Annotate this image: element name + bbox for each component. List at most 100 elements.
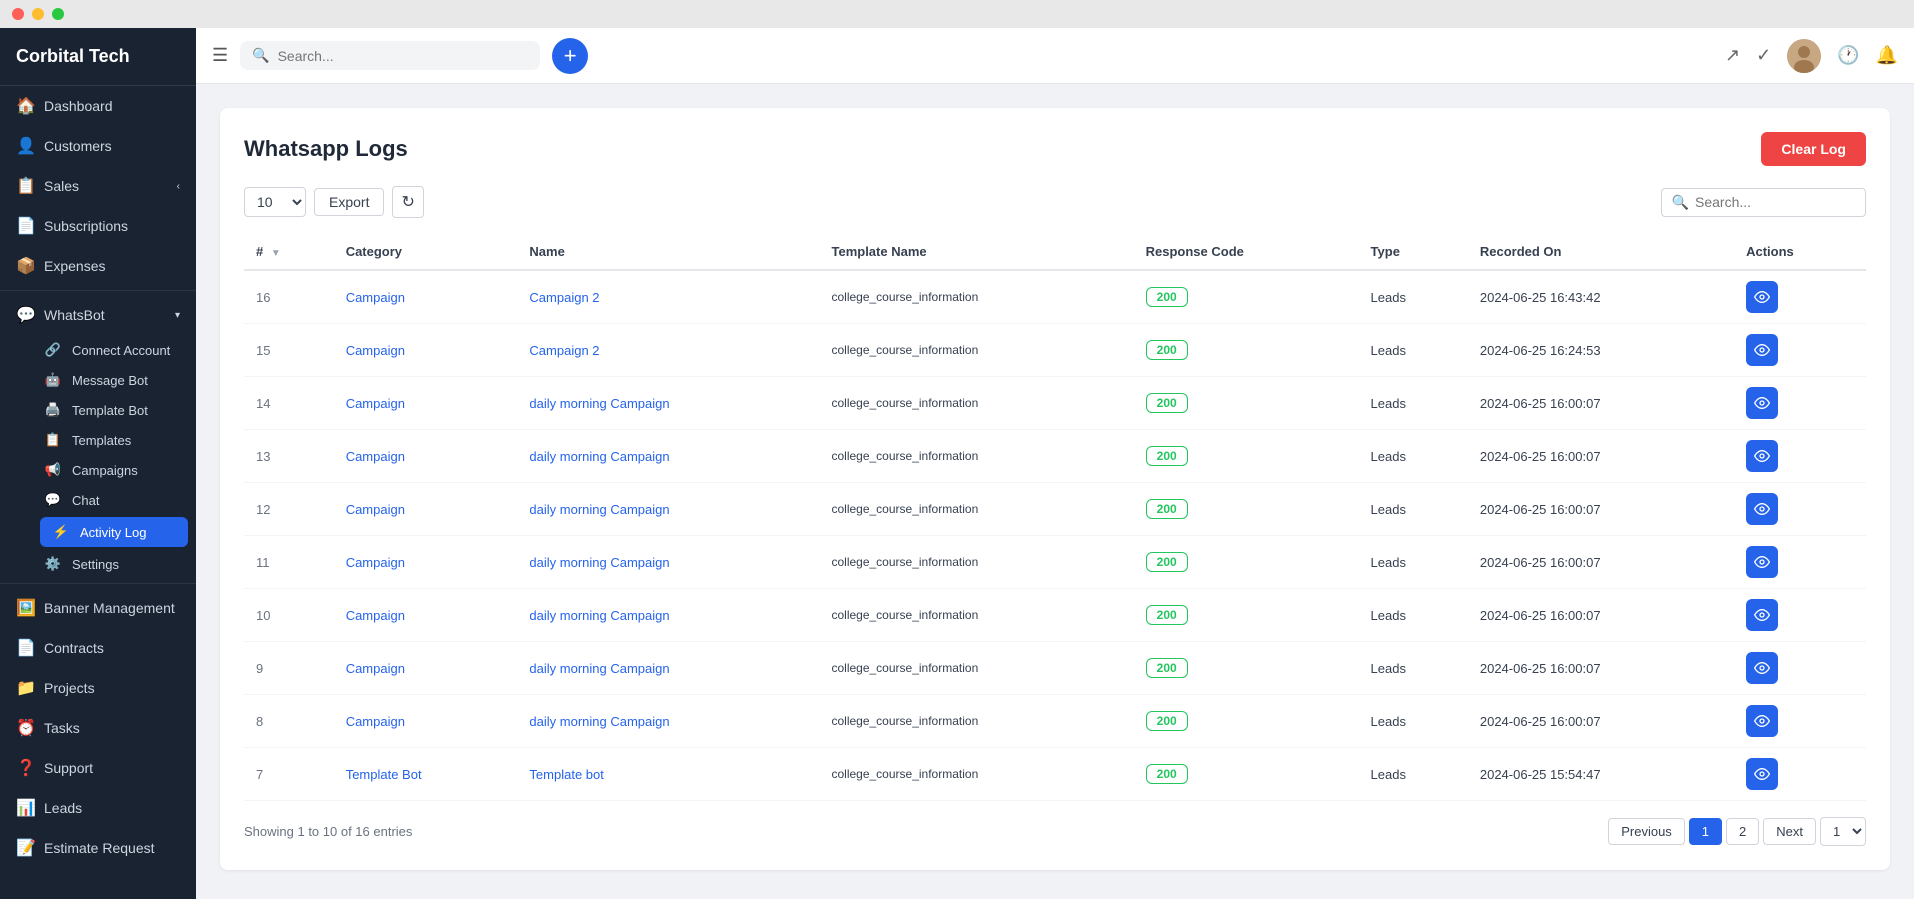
- search-input[interactable]: [278, 48, 529, 64]
- table-row: 12 Campaign daily morning Campaign colle…: [244, 483, 1866, 536]
- cell-name[interactable]: Campaign 2: [517, 270, 819, 324]
- share-icon[interactable]: ↗: [1725, 45, 1740, 66]
- table-row: 16 Campaign Campaign 2 college_course_in…: [244, 270, 1866, 324]
- table-row: 9 Campaign daily morning Campaign colleg…: [244, 642, 1866, 695]
- cell-category: Campaign: [334, 642, 518, 695]
- cell-template: college_course_information: [819, 324, 1133, 377]
- sidebar-item-support[interactable]: ❓ Support: [0, 748, 196, 788]
- global-search-box[interactable]: 🔍: [240, 41, 540, 70]
- cell-category: Template Bot: [334, 748, 518, 801]
- clock-icon[interactable]: 🕐: [1837, 45, 1859, 66]
- sidebar-item-customers[interactable]: 👤 Customers: [0, 126, 196, 166]
- cell-response: 200: [1134, 748, 1359, 801]
- pagination-page-2-button[interactable]: 2: [1726, 818, 1759, 845]
- cell-recorded: 2024-06-25 16:00:07: [1468, 695, 1734, 748]
- response-badge: 200: [1146, 287, 1188, 307]
- sidebar-item-banner-management[interactable]: 🖼️ Banner Management: [0, 588, 196, 628]
- expenses-icon: 📦: [16, 256, 34, 276]
- clear-log-button[interactable]: Clear Log: [1761, 132, 1866, 166]
- pagination-next-button[interactable]: Next: [1763, 818, 1816, 845]
- sidebar-item-sales[interactable]: 📋 Sales ‹: [0, 166, 196, 206]
- cell-name[interactable]: daily morning Campaign: [517, 536, 819, 589]
- sidebar-item-settings[interactable]: ⚙️ Settings: [32, 549, 196, 579]
- export-button[interactable]: Export: [314, 188, 384, 216]
- message-bot-icon: 🤖: [44, 372, 62, 388]
- view-button[interactable]: [1746, 705, 1778, 737]
- bell-icon[interactable]: 🔔: [1876, 45, 1898, 66]
- per-page-select[interactable]: 10 25 50 100: [244, 187, 306, 217]
- cell-response: 200: [1134, 536, 1359, 589]
- sidebar-label-activity-log: Activity Log: [80, 525, 146, 540]
- view-button[interactable]: [1746, 758, 1778, 790]
- sidebar-item-contracts[interactable]: 📄 Contracts: [0, 628, 196, 668]
- view-button[interactable]: [1746, 281, 1778, 313]
- sidebar-item-dashboard[interactable]: 🏠 Dashboard: [0, 86, 196, 126]
- view-button[interactable]: [1746, 493, 1778, 525]
- cell-template: college_course_information: [819, 270, 1133, 324]
- view-button[interactable]: [1746, 387, 1778, 419]
- check-icon[interactable]: ✓: [1756, 45, 1771, 66]
- sidebar-item-estimate-request[interactable]: 📝 Estimate Request: [0, 828, 196, 868]
- maximize-dot[interactable]: [52, 8, 64, 20]
- sidebar-item-expenses[interactable]: 📦 Expenses: [0, 246, 196, 286]
- pagination-previous-button[interactable]: Previous: [1608, 818, 1685, 845]
- cell-actions: [1734, 270, 1866, 324]
- sidebar-label-message-bot: Message Bot: [72, 373, 148, 388]
- cell-response: 200: [1134, 377, 1359, 430]
- cell-response: 200: [1134, 270, 1359, 324]
- cell-recorded: 2024-06-25 15:54:47: [1468, 748, 1734, 801]
- cell-name[interactable]: daily morning Campaign: [517, 483, 819, 536]
- sidebar-label-sales: Sales: [44, 178, 79, 194]
- view-button[interactable]: [1746, 599, 1778, 631]
- view-button[interactable]: [1746, 334, 1778, 366]
- cell-template: college_course_information: [819, 377, 1133, 430]
- sidebar-sub-whatsbot: 🔗 Connect Account 🤖 Message Bot 🖨️ Templ…: [0, 335, 196, 579]
- sidebar-label-dashboard: Dashboard: [44, 98, 113, 114]
- cell-name[interactable]: daily morning Campaign: [517, 642, 819, 695]
- sidebar-item-chat[interactable]: 💬 Chat: [32, 485, 196, 515]
- menu-toggle-button[interactable]: ☰: [212, 45, 228, 66]
- cell-name[interactable]: Campaign 2: [517, 324, 819, 377]
- avatar[interactable]: [1787, 39, 1821, 73]
- minimize-dot[interactable]: [32, 8, 44, 20]
- add-button[interactable]: +: [552, 38, 588, 74]
- view-button[interactable]: [1746, 440, 1778, 472]
- sidebar-item-subscriptions[interactable]: 📄 Subscriptions: [0, 206, 196, 246]
- view-button[interactable]: [1746, 652, 1778, 684]
- sidebar-item-leads[interactable]: 📊 Leads: [0, 788, 196, 828]
- table-search-input[interactable]: [1695, 194, 1855, 210]
- sidebar-item-templates[interactable]: 📋 Templates: [32, 425, 196, 455]
- view-button[interactable]: [1746, 546, 1778, 578]
- sidebar-item-activity-log[interactable]: ⚡ Activity Log: [40, 517, 188, 547]
- app-header: ☰ 🔍 + ↗ ✓ 🕐 🔔: [196, 28, 1914, 84]
- table-row: 8 Campaign daily morning Campaign colleg…: [244, 695, 1866, 748]
- close-dot[interactable]: [12, 8, 24, 20]
- cell-name[interactable]: daily morning Campaign: [517, 589, 819, 642]
- sidebar-item-tasks[interactable]: ⏰ Tasks: [0, 708, 196, 748]
- customers-icon: 👤: [16, 136, 34, 156]
- page-jump-select[interactable]: 1 2: [1820, 817, 1866, 846]
- sidebar-item-whatsbot[interactable]: 💬 WhatsBot ▾: [0, 295, 196, 335]
- sidebar-label-leads: Leads: [44, 800, 82, 816]
- response-badge: 200: [1146, 658, 1188, 678]
- col-name: Name: [517, 234, 819, 270]
- pagination-page-1-button[interactable]: 1: [1689, 818, 1722, 845]
- refresh-button[interactable]: ↻: [392, 186, 423, 218]
- sidebar-item-projects[interactable]: 📁 Projects: [0, 668, 196, 708]
- cell-recorded: 2024-06-25 16:00:07: [1468, 536, 1734, 589]
- sidebar-item-template-bot[interactable]: 🖨️ Template Bot: [32, 395, 196, 425]
- cell-name[interactable]: daily morning Campaign: [517, 430, 819, 483]
- cell-response: 200: [1134, 695, 1359, 748]
- cell-name[interactable]: daily morning Campaign: [517, 695, 819, 748]
- cell-name[interactable]: daily morning Campaign: [517, 377, 819, 430]
- cell-num: 10: [244, 589, 334, 642]
- cell-actions: [1734, 536, 1866, 589]
- table-search-box[interactable]: 🔍: [1661, 188, 1866, 217]
- sidebar-item-campaigns[interactable]: 📢 Campaigns: [32, 455, 196, 485]
- response-badge: 200: [1146, 446, 1188, 466]
- cell-response: 200: [1134, 589, 1359, 642]
- sidebar-item-connect-account[interactable]: 🔗 Connect Account: [32, 335, 196, 365]
- cell-name[interactable]: Template bot: [517, 748, 819, 801]
- page-header: Whatsapp Logs Clear Log: [244, 132, 1866, 166]
- sidebar-item-message-bot[interactable]: 🤖 Message Bot: [32, 365, 196, 395]
